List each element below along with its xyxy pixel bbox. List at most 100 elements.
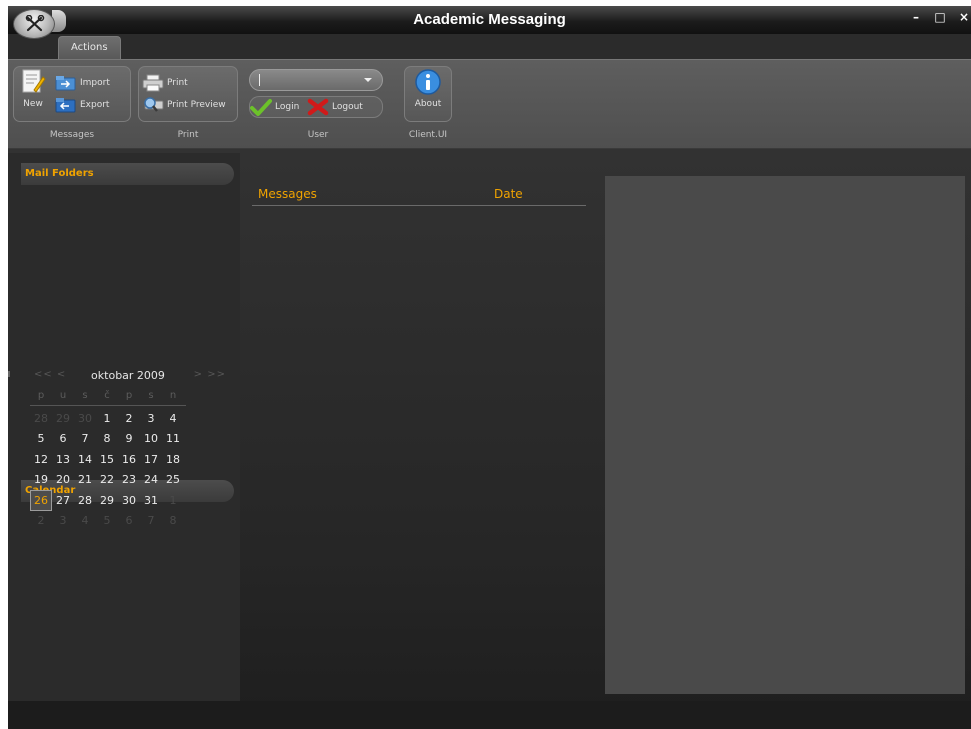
calendar-day[interactable]: 30 bbox=[74, 408, 96, 429]
calendar-day[interactable]: 14 bbox=[74, 449, 96, 470]
export-button[interactable]: Export bbox=[55, 95, 109, 115]
mail-folders-header[interactable]: Mail Folders bbox=[21, 163, 234, 185]
calendar-day[interactable]: 10 bbox=[140, 429, 162, 450]
print-button[interactable]: Print bbox=[142, 73, 188, 93]
calendar-day[interactable]: 31 bbox=[140, 490, 162, 511]
calendar-day[interactable]: 7 bbox=[74, 429, 96, 450]
info-icon bbox=[415, 69, 441, 95]
ribbon-group-client: About Client.UI bbox=[404, 66, 452, 146]
calendar-day[interactable]: 1 bbox=[162, 490, 184, 511]
calendar-day[interactable]: 15 bbox=[96, 449, 118, 470]
calendar-day[interactable]: 3 bbox=[140, 408, 162, 429]
login-button[interactable]: Login bbox=[250, 97, 299, 117]
print-preview-icon bbox=[144, 97, 164, 112]
calendar-day[interactable]: 27 bbox=[52, 490, 74, 511]
calendar: << < oktobar 2009 > >> p u s č p s n 28 2… bbox=[30, 368, 226, 531]
calendar-day[interactable]: 29 bbox=[52, 408, 74, 429]
new-message-icon bbox=[22, 69, 46, 93]
calendar-day[interactable]: 28 bbox=[30, 408, 52, 429]
calendar-day[interactable]: 24 bbox=[140, 470, 162, 491]
calendar-day[interactable]: 5 bbox=[96, 511, 118, 532]
import-button[interactable]: Import bbox=[55, 73, 110, 93]
check-icon bbox=[250, 99, 272, 116]
splitter-grip[interactable] bbox=[8, 371, 10, 377]
user-combobox[interactable] bbox=[249, 69, 383, 91]
about-button[interactable]: About bbox=[411, 68, 445, 120]
ribbon-tab-strip: Actions bbox=[8, 34, 971, 59]
weekday-label: s bbox=[148, 390, 154, 401]
message-preview-pane bbox=[605, 176, 965, 694]
calendar-day[interactable]: 23 bbox=[118, 470, 140, 491]
message-list: Messages Date bbox=[252, 184, 586, 206]
calendar-nav: << < oktobar 2009 > >> bbox=[30, 368, 226, 384]
application-menu-button[interactable] bbox=[13, 9, 55, 39]
window-title: Academic Messaging bbox=[413, 11, 566, 28]
calendar-day[interactable]: 13 bbox=[52, 449, 74, 470]
print-label: Print bbox=[167, 78, 188, 88]
calendar-day[interactable]: 21 bbox=[74, 470, 96, 491]
calendar-day[interactable]: 5 bbox=[30, 429, 52, 450]
calendar-day[interactable]: 8 bbox=[162, 511, 184, 532]
calendar-day[interactable]: 16 bbox=[118, 449, 140, 470]
logout-label: Logout bbox=[332, 102, 363, 112]
new-label: New bbox=[23, 99, 43, 109]
ribbon-group-label: Client.UI bbox=[408, 130, 448, 140]
calendar-day[interactable]: 28 bbox=[74, 490, 96, 511]
calendar-day[interactable]: 8 bbox=[96, 429, 118, 450]
calendar-day[interactable]: 6 bbox=[52, 429, 74, 450]
printer-icon bbox=[142, 74, 164, 92]
app-window: Academic Messaging – □ × Actions New Imp… bbox=[8, 6, 971, 729]
logout-button[interactable]: Logout bbox=[307, 97, 363, 117]
export-label: Export bbox=[80, 100, 110, 110]
status-strip bbox=[8, 701, 971, 729]
ribbon-group-print: Print Print Preview Print bbox=[138, 66, 238, 146]
calendar-weekdays: p u s č p s n bbox=[30, 390, 186, 406]
calendar-day[interactable]: 18 bbox=[162, 449, 184, 470]
maximize-icon[interactable]: □ bbox=[933, 10, 947, 24]
calendar-day[interactable]: 6 bbox=[118, 511, 140, 532]
weekday-label: p bbox=[37, 390, 45, 401]
calendar-day[interactable]: 22 bbox=[96, 470, 118, 491]
ribbon-group-label: Print bbox=[177, 130, 199, 140]
calendar-day[interactable]: 20 bbox=[52, 470, 74, 491]
import-label: Import bbox=[80, 78, 110, 88]
calendar-day[interactable]: 30 bbox=[118, 490, 140, 511]
calendar-day[interactable]: 4 bbox=[74, 511, 96, 532]
chevron-down-icon[interactable] bbox=[364, 78, 372, 82]
weekday-label: s bbox=[82, 390, 88, 401]
calendar-day[interactable]: 17 bbox=[140, 449, 162, 470]
calendar-day[interactable]: 2 bbox=[118, 408, 140, 429]
column-header-date[interactable]: Date bbox=[494, 187, 523, 201]
minimize-icon[interactable]: – bbox=[909, 10, 923, 24]
print-preview-button[interactable]: Print Preview bbox=[142, 95, 226, 115]
calendar-day[interactable]: 3 bbox=[52, 511, 74, 532]
weekday-label: č bbox=[104, 390, 110, 401]
tab-actions[interactable]: Actions bbox=[58, 36, 121, 59]
calendar-day[interactable]: 7 bbox=[140, 511, 162, 532]
calendar-day[interactable]: 11 bbox=[162, 429, 184, 450]
ribbon-group-messages: New Import Export Messages bbox=[13, 66, 131, 146]
calendar-day[interactable]: 29 bbox=[96, 490, 118, 511]
calendar-day[interactable]: 19 bbox=[30, 470, 52, 491]
export-icon bbox=[55, 98, 76, 113]
title-bar: Academic Messaging – □ × bbox=[8, 6, 971, 34]
weekday-label: n bbox=[169, 390, 177, 401]
new-button[interactable]: New bbox=[16, 68, 50, 120]
close-icon[interactable]: × bbox=[957, 10, 971, 24]
calendar-day[interactable]: 4 bbox=[162, 408, 184, 429]
calendar-day[interactable]: 25 bbox=[162, 470, 184, 491]
calendar-day[interactable]: 9 bbox=[118, 429, 140, 450]
about-label: About bbox=[414, 99, 442, 109]
ribbon-group-label: Messages bbox=[49, 130, 95, 140]
calendar-next-button[interactable]: > >> bbox=[194, 369, 226, 380]
print-preview-label: Print Preview bbox=[167, 100, 226, 110]
calendar-day[interactable]: 12 bbox=[30, 449, 52, 470]
calendar-day-today[interactable]: 26 bbox=[30, 490, 52, 511]
column-header-messages[interactable]: Messages bbox=[258, 187, 317, 201]
red-x-icon bbox=[307, 98, 329, 116]
calendar-day[interactable]: 1 bbox=[96, 408, 118, 429]
ribbon-group-label: User bbox=[307, 130, 329, 140]
login-label: Login bbox=[275, 102, 300, 112]
ribbon-group-user: Login Logout User bbox=[246, 66, 390, 146]
calendar-day[interactable]: 2 bbox=[30, 511, 52, 532]
